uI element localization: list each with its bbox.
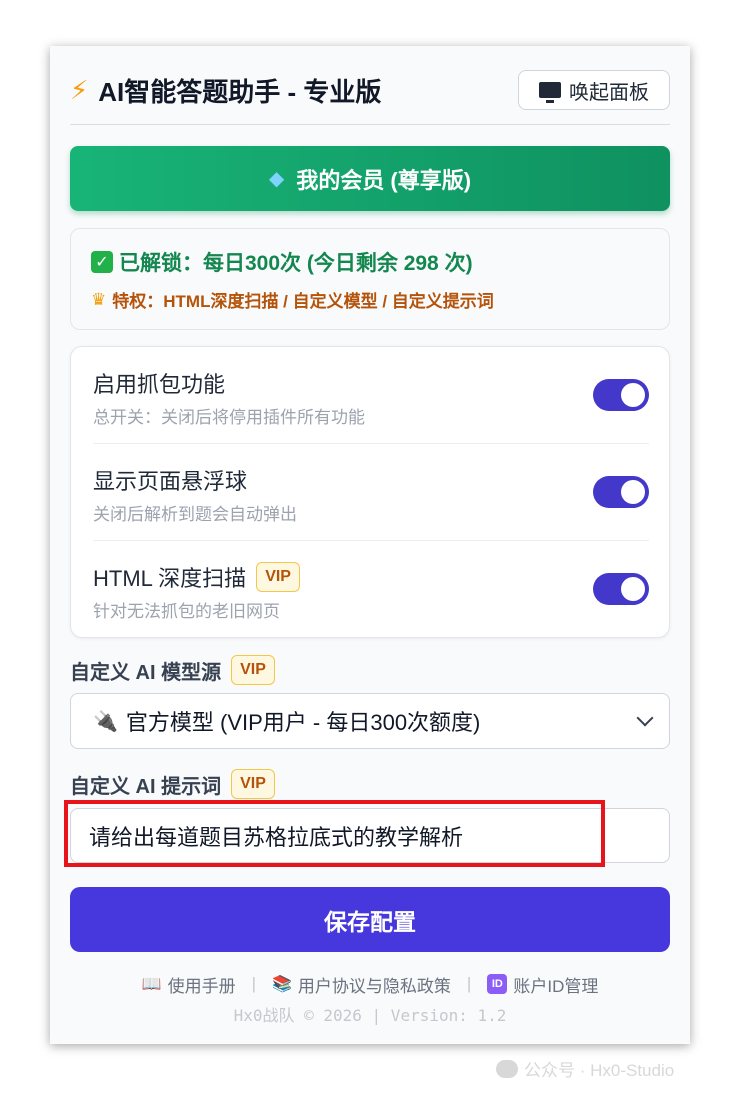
toggle-label: 启用抓包功能 (93, 372, 226, 397)
watermark-text: 公众号 · Hx0-Studio (524, 1061, 675, 1080)
page-title: ⚡ AI智能答题助手 - 专业版 (70, 72, 381, 109)
books-icon: 📚 (272, 976, 292, 993)
model-source-label: 自定义 AI 模型源 VIP (70, 655, 275, 685)
header-divider (70, 124, 670, 125)
header: ⚡ AI智能答题助手 - 专业版 唤起面板 (70, 68, 670, 112)
crown-icon: ♛ (91, 289, 107, 309)
membership-button[interactable]: ◆ 我的会员 (尊享版) (70, 146, 670, 211)
manual-link-text: 使用手册 (167, 976, 236, 996)
toggle-description: 总开关：关闭后将停用插件所有功能 (93, 408, 365, 427)
id-icon: ID (487, 974, 508, 994)
prompt-input[interactable] (70, 808, 670, 863)
capture-toggle-switch[interactable] (593, 379, 649, 411)
toggle-description: 关闭后解析到题会自动弹出 (93, 505, 297, 524)
switch-knob (621, 383, 645, 407)
chevron-down-icon (636, 709, 654, 727)
toggle-label: HTML 深度扫描 (93, 566, 247, 591)
toggle-description: 针对无法抓包的老旧网页 (93, 602, 280, 621)
check-box-icon: ✓ (91, 251, 113, 273)
monitor-icon (539, 82, 561, 103)
privileges-status: ♛ 特权：HTML深度扫描 / 自定义模型 / 自定义提示词 (91, 287, 649, 312)
agreement-link-text: 用户协议与隐私政策 (297, 976, 451, 996)
save-config-button[interactable]: 保存配置 (70, 887, 670, 952)
switch-knob (621, 480, 645, 504)
membership-label: 我的会员 (尊享版) (296, 167, 472, 193)
toggle-label: 显示页面悬浮球 (93, 469, 248, 494)
agreement-link[interactable]: 📚 用户协议与隐私政策 (272, 972, 451, 997)
privileges-text: 特权：HTML深度扫描 / 自定义模型 / 自定义提示词 (112, 292, 494, 311)
toggle-label-with-badge: HTML 深度扫描 VIP (93, 561, 300, 593)
wake-panel-button[interactable]: 唤起面板 (518, 70, 670, 110)
prompt-label: 自定义 AI 提示词 VIP (70, 769, 275, 799)
prompt-label-text: 自定义 AI 提示词 (70, 775, 222, 798)
toggle-row-capture: 启用抓包功能 总开关：关闭后将停用插件所有功能 (93, 347, 649, 444)
floating-ball-toggle-switch[interactable] (593, 476, 649, 508)
vip-badge: VIP (231, 769, 275, 799)
gem-icon: ◆ (268, 168, 285, 190)
account-id-link[interactable]: ID 账户ID管理 (487, 972, 598, 997)
model-source-select[interactable]: 🔌 官方模型 (VIP用户 - 每日300次额度) (70, 693, 670, 749)
account-id-link-text: 账户ID管理 (513, 976, 599, 996)
wechat-icon (496, 1059, 518, 1078)
watermark: 公众号 · Hx0-Studio (496, 1056, 674, 1081)
toggle-row-floating-ball: 显示页面悬浮球 关闭后解析到题会自动弹出 (93, 444, 649, 541)
footer-separator: | (251, 974, 256, 993)
footer-links: 📖 使用手册 | 📚 用户协议与隐私政策 | ID 账户ID管理 (50, 970, 690, 998)
unlock-status: ✓ 已解锁：每日300次 (今日剩余 298 次) (91, 247, 649, 277)
footer-separator: | (466, 974, 472, 993)
toggle-row-html-scan: HTML 深度扫描 VIP 针对无法抓包的老旧网页 (93, 541, 649, 638)
copyright: Hx0战队 © 2026 | Version: 1.2 (233, 1006, 507, 1025)
settings-toggles: 启用抓包功能 总开关：关闭后将停用插件所有功能 显示页面悬浮球 关闭后解析到题会… (70, 346, 670, 638)
model-source-label-text: 自定义 AI 模型源 (70, 661, 222, 684)
wake-panel-label: 唤起面板 (569, 81, 649, 104)
html-scan-toggle-switch[interactable] (593, 573, 649, 605)
membership-status: ✓ 已解锁：每日300次 (今日剩余 298 次) ♛ 特权：HTML深度扫描 … (70, 228, 670, 330)
vip-badge: VIP (256, 562, 300, 592)
switch-knob (621, 577, 645, 601)
model-source-selected: 官方模型 (VIP用户 - 每日300次额度) (125, 710, 481, 735)
plug-icon: 🔌 (93, 710, 118, 733)
unlock-status-text: 已解锁：每日300次 (今日剩余 298 次) (119, 252, 473, 275)
lightning-icon: ⚡ (70, 74, 89, 105)
book-icon: 📖 (141, 976, 162, 993)
vip-badge: VIP (231, 655, 275, 685)
manual-link[interactable]: 📖 使用手册 (142, 972, 236, 997)
assistant-panel: ⚡ AI智能答题助手 - 专业版 唤起面板 ◆ 我的会员 (尊享版) ✓ 已解锁… (50, 46, 690, 1044)
title-text: AI智能答题助手 - 专业版 (98, 76, 382, 107)
